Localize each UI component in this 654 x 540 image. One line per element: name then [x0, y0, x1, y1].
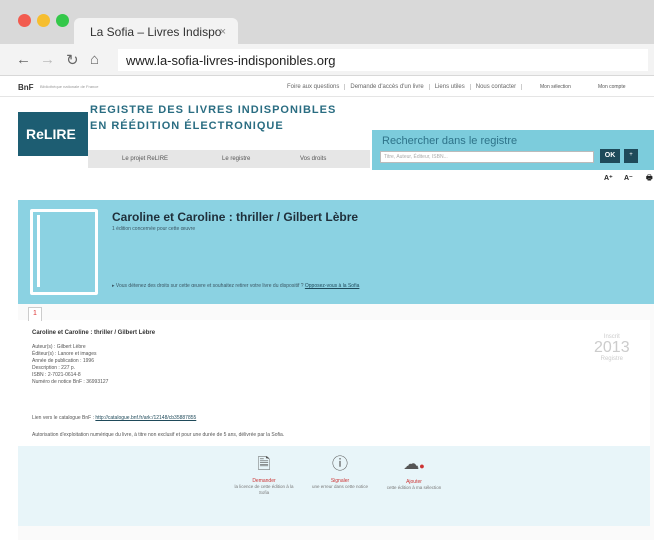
reload-icon[interactable]: ↻ — [66, 51, 79, 69]
forward-icon[interactable]: → — [40, 51, 55, 68]
url-field[interactable]: www.la-sofia-livres-indisponibles.org — [118, 49, 648, 71]
notice-text: Vous détenez des droits sur cette œuvre … — [115, 283, 304, 289]
site-top-strip: BnF Bibliothèque nationale de France Foi… — [0, 77, 654, 97]
nav-item-registry[interactable]: Le registre — [222, 156, 250, 162]
registry-title: REGISTRE DES LIVRES INDISPONIBLES EN RÉÉ… — [90, 104, 337, 132]
nav-item-rights[interactable]: Vos droits — [300, 156, 326, 162]
book-icon — [30, 209, 98, 295]
print-icon[interactable]: 🖶 — [646, 174, 653, 185]
authorization-text: Autorisation d'exploitation numérique du… — [32, 432, 285, 438]
alert-icon: ⓘ — [331, 456, 348, 473]
search-panel: Rechercher dans le registre Titre, Auteu… — [372, 130, 654, 170]
browser-title-bar: La Sofia – Livres Indispo × — [0, 0, 654, 44]
nav-item-project[interactable]: Le projet ReLIRE — [122, 156, 168, 162]
search-ok-button[interactable]: OK — [600, 149, 620, 163]
detail-year: Année de publication : 1996 — [32, 358, 94, 364]
tab-close-icon[interactable]: × — [220, 26, 226, 38]
my-account-link[interactable]: Mon compte — [598, 84, 626, 90]
add-to-selection-action[interactable]: ☁● Ajouter cette édition à ma sélection — [384, 456, 444, 491]
search-input[interactable]: Titre, Auteur, Éditeur, ISBN... — [380, 151, 594, 163]
edition-details: Auteur(s) : Gilbert Lèbre Éditeur(s) : L… — [32, 344, 108, 386]
record-title: Caroline et Caroline : thriller / Gilber… — [112, 210, 359, 224]
close-window-button[interactable] — [18, 14, 31, 27]
font-decrease-button[interactable]: A⁻ — [624, 174, 633, 182]
back-icon[interactable]: ← — [16, 51, 31, 68]
top-link-contact[interactable]: Nous contacter — [471, 84, 523, 90]
search-title: Rechercher dans le registre — [382, 135, 518, 147]
oppose-link[interactable]: Opposez-vous à la Sofia — [305, 283, 359, 289]
detail-author: Auteur(s) : Gilbert Lèbre — [32, 344, 86, 350]
font-increase-button[interactable]: A⁺ — [604, 174, 613, 182]
detail-description: Description : 227 p. — [32, 365, 76, 371]
top-link-faq[interactable]: Foire aux questions — [282, 84, 346, 90]
permalink-row: Lien vers le catalogue BnF : http://cata… — [32, 415, 196, 421]
address-bar: ← → ↻ ⌂ www.la-sofia-livres-indisponible… — [0, 44, 654, 76]
edition-tab[interactable]: 1 — [28, 307, 42, 321]
minimize-window-button[interactable] — [37, 14, 50, 27]
bnf-subtitle: Bibliothèque nationale de France — [40, 84, 99, 89]
main-nav: Le projet ReLIRE Le registre Vos droits — [88, 150, 370, 168]
my-selection-link[interactable]: Mon sélection — [540, 84, 571, 90]
download-doc-icon: 🗎 — [257, 456, 271, 473]
top-links: Foire aux questions Demande d'accès d'un… — [282, 84, 523, 90]
maximize-window-button[interactable] — [56, 14, 69, 27]
registry-year-stamp: Inscrit 2013 Registre — [594, 334, 630, 362]
record-subtitle: 1 édition concernée pour cette œuvre — [112, 226, 196, 232]
bnf-logo[interactable]: BnF — [18, 83, 34, 92]
report-error-action[interactable]: ⓘ Signaler une erreur dans cette notice — [310, 456, 370, 490]
advanced-search-button[interactable]: + — [624, 149, 638, 163]
tab-title: La Sofia – Livres Indispo — [90, 25, 222, 39]
edition-card — [18, 320, 650, 446]
request-license-action[interactable]: 🗎 Demander la licence de cette édition à… — [234, 456, 294, 496]
cloud-add-icon: ☁● — [403, 456, 425, 473]
top-link-request[interactable]: Demande d'accès d'un livre — [345, 84, 430, 90]
detail-notice-number: Numéro de notice BnF : 36993127 — [32, 379, 109, 385]
permalink[interactable]: http://catalogue.bnf.fr/ark:/12148/cb358… — [95, 415, 196, 421]
opposition-notice: ▸ Vous détenez des droits sur cette œuvr… — [112, 283, 359, 289]
permalink-label: Lien vers le catalogue BnF : — [32, 415, 94, 421]
home-icon[interactable]: ⌂ — [90, 51, 99, 68]
relire-logo[interactable]: ReLIRE — [18, 112, 88, 156]
top-link-useful[interactable]: Liens utiles — [430, 84, 471, 90]
browser-tab[interactable]: La Sofia – Livres Indispo × — [74, 18, 238, 44]
detail-isbn: ISBN : 2-7021-0614-8 — [32, 372, 81, 378]
detail-publisher: Éditeur(s) : Lanore et images — [32, 351, 97, 357]
edition-title: Caroline et Caroline : thriller / Gilber… — [32, 330, 156, 336]
